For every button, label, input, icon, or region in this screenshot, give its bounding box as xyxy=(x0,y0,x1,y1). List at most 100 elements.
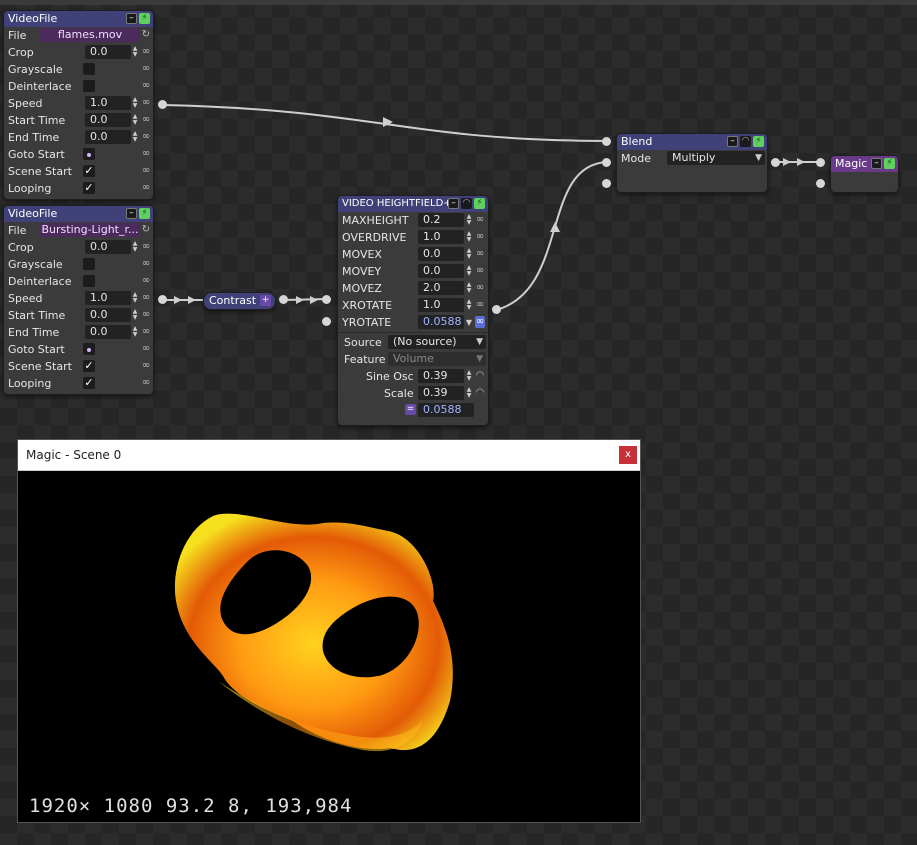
link-icon[interactable]: ∞ xyxy=(141,292,151,304)
spinner-icon[interactable]: ▲ ▼ xyxy=(131,97,139,110)
link-icon[interactable]: ∞ xyxy=(141,241,151,253)
input-port[interactable] xyxy=(322,317,331,326)
looping-checkbox[interactable]: ✓ xyxy=(83,182,95,194)
minimize-icon[interactable]: – xyxy=(871,158,882,169)
scene-start-checkbox[interactable]: ✓ xyxy=(83,165,95,177)
minimize-icon[interactable]: – xyxy=(126,208,137,219)
link-icon[interactable]: ∞ xyxy=(141,309,151,321)
movez-field[interactable]: 2.0 xyxy=(418,281,464,295)
output-port[interactable] xyxy=(279,295,288,304)
spinner-icon[interactable]: ▲ ▼ xyxy=(131,241,139,254)
output-port[interactable] xyxy=(771,158,780,167)
feature-dropdown[interactable]: Volume ▼ xyxy=(388,352,486,366)
input-port[interactable] xyxy=(322,295,331,304)
blend-node[interactable]: Blend – ◠ ⚡ Mode Multiply ▼ xyxy=(616,133,768,193)
output-port[interactable] xyxy=(158,295,167,304)
maxheight-field[interactable]: 0.2 xyxy=(418,213,464,227)
minimize-icon[interactable]: – xyxy=(126,13,137,24)
output-port[interactable] xyxy=(492,305,501,314)
crop-field[interactable]: 0.0 xyxy=(85,45,131,59)
scale-field[interactable]: 0.39 xyxy=(418,386,464,400)
link-icon[interactable]: ∞ xyxy=(141,377,151,389)
end-time-field[interactable]: 0.0 xyxy=(85,325,131,339)
deinterlace-checkbox[interactable] xyxy=(83,80,95,92)
spinner-icon[interactable]: ▲ ▼ xyxy=(465,282,473,295)
spinner-icon[interactable]: ▲ ▼ xyxy=(131,309,139,322)
node-title-bar[interactable]: VideoFile – ⚡ xyxy=(4,11,153,27)
input-port[interactable] xyxy=(816,158,825,167)
crop-field[interactable]: 0.0 xyxy=(85,240,131,254)
start-time-field[interactable]: 0.0 xyxy=(85,308,131,322)
movex-field[interactable]: 0.0 xyxy=(418,247,464,261)
spinner-icon[interactable]: ▲ ▼ xyxy=(131,326,139,339)
spinner-icon[interactable]: ▲ ▼ xyxy=(131,292,139,305)
link-active-icon[interactable]: ∞ xyxy=(475,316,485,328)
link-icon[interactable]: ∞ xyxy=(141,97,151,109)
link-icon[interactable]: ∞ xyxy=(475,299,485,311)
visibility-icon[interactable]: ◠ xyxy=(740,136,751,147)
link-icon[interactable]: ∞ xyxy=(475,231,485,243)
link-icon[interactable]: ∞ xyxy=(141,148,151,160)
source-dropdown[interactable]: (No source) ▼ xyxy=(388,335,486,349)
oscillator-icon[interactable]: ◠ xyxy=(475,387,485,399)
link-icon[interactable]: ∞ xyxy=(141,182,151,194)
run-icon[interactable]: ⚡ xyxy=(753,136,764,147)
link-icon[interactable]: ∞ xyxy=(475,248,485,260)
visibility-icon[interactable]: ◠ xyxy=(461,198,472,209)
magic-node[interactable]: Magic – ⚡ xyxy=(830,155,899,193)
minimize-icon[interactable]: – xyxy=(727,136,738,147)
spinner-icon[interactable]: ▲ ▼ xyxy=(131,46,139,59)
movey-field[interactable]: 0.0 xyxy=(418,264,464,278)
run-icon[interactable]: ⚡ xyxy=(474,198,485,209)
grayscale-checkbox[interactable] xyxy=(83,258,95,270)
link-icon[interactable]: ∞ xyxy=(141,114,151,126)
link-icon[interactable]: ∞ xyxy=(141,165,151,177)
file-field[interactable]: Bursting-Light_r... xyxy=(40,223,140,237)
spinner-icon[interactable]: ▲ ▼ xyxy=(465,214,473,227)
goto-start-button[interactable] xyxy=(83,148,95,160)
spinner-icon[interactable]: ▲ ▼ xyxy=(465,265,473,278)
contrast-node[interactable]: Contrast + xyxy=(203,292,276,310)
link-icon[interactable]: ∞ xyxy=(141,46,151,58)
link-icon[interactable]: ∞ xyxy=(475,282,485,294)
input-port[interactable] xyxy=(602,137,611,146)
link-icon[interactable]: ∞ xyxy=(141,63,151,75)
spinner-icon[interactable]: ▲ ▼ xyxy=(465,299,473,312)
equals-icon[interactable]: = xyxy=(405,404,416,415)
minimize-icon[interactable]: – xyxy=(448,198,459,209)
grayscale-checkbox[interactable] xyxy=(83,63,95,75)
input-port[interactable] xyxy=(602,179,611,188)
link-icon[interactable]: ∞ xyxy=(141,326,151,338)
start-time-field[interactable]: 0.0 xyxy=(85,113,131,127)
preview-window[interactable]: Magic - Scene 0 x 1920× 1080 93.2 8, 193… xyxy=(17,439,641,823)
xrotate-field[interactable]: 1.0 xyxy=(418,298,464,312)
overdrive-field[interactable]: 1.0 xyxy=(418,230,464,244)
goto-start-button[interactable] xyxy=(83,343,95,355)
node-title-bar[interactable]: VIDEO HEIGHTFIELD+ – ◠ ⚡ xyxy=(338,196,488,212)
run-icon[interactable]: ⚡ xyxy=(884,158,895,169)
spinner-icon[interactable]: ▲ ▼ xyxy=(465,370,473,383)
yrotate-field[interactable]: 0.0588 xyxy=(418,315,464,329)
file-field[interactable]: flames.mov xyxy=(40,28,140,42)
spinner-icon[interactable]: ▲ ▼ xyxy=(465,387,473,400)
node-title-bar[interactable]: Magic – ⚡ xyxy=(831,156,898,172)
link-icon[interactable]: ∞ xyxy=(141,275,151,287)
node-title-bar[interactable]: Blend – ◠ ⚡ xyxy=(617,134,767,150)
window-title-bar[interactable]: Magic - Scene 0 x xyxy=(18,440,640,471)
close-icon[interactable]: x xyxy=(619,446,637,464)
link-icon[interactable]: ∞ xyxy=(475,214,485,226)
mode-dropdown[interactable]: Multiply ▼ xyxy=(667,151,765,165)
end-time-field[interactable]: 0.0 xyxy=(85,130,131,144)
link-icon[interactable]: ∞ xyxy=(141,343,151,355)
output-port[interactable] xyxy=(158,100,167,109)
sine-osc-field[interactable]: 0.39 xyxy=(418,369,464,383)
link-icon[interactable]: ∞ xyxy=(475,265,485,277)
link-icon[interactable]: ∞ xyxy=(141,80,151,92)
spinner-icon[interactable]: ▲ ▼ xyxy=(465,231,473,244)
expand-icon[interactable]: + xyxy=(260,295,271,306)
videofile-node-2[interactable]: VideoFile – ⚡ File Bursting-Light_r... ↻… xyxy=(3,205,154,395)
link-icon[interactable]: ∞ xyxy=(141,360,151,372)
video-heightfield-node[interactable]: VIDEO HEIGHTFIELD+ – ◠ ⚡ MAXHEIGHT 0.2 ▲… xyxy=(337,195,489,426)
reload-icon[interactable]: ↻ xyxy=(141,224,151,236)
link-icon[interactable]: ∞ xyxy=(141,258,151,270)
